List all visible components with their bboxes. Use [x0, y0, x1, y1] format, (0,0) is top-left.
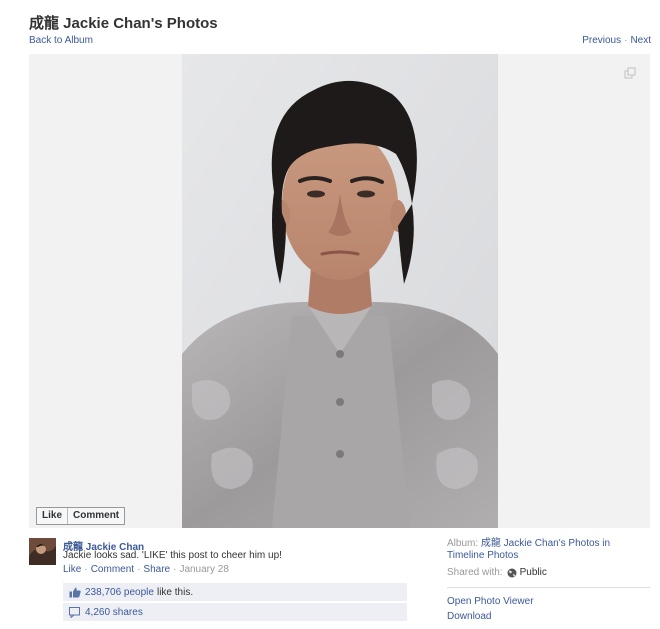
expand-icon[interactable]: [624, 67, 636, 79]
divider: [447, 587, 650, 588]
feedback-box: 238,706 people like this. 4,260 shares: [63, 583, 407, 623]
avatar[interactable]: [29, 538, 56, 565]
comment-link[interactable]: Comment: [91, 564, 134, 575]
audience-label: Public: [519, 567, 547, 578]
nav-separator: ·: [624, 35, 628, 46]
likes-suffix: like this.: [156, 586, 194, 598]
shared-with-label: Shared with:: [447, 567, 503, 578]
photo-stage: Like Comment: [29, 54, 650, 528]
album-info: Album: 成龍 Jackie Chan's Photos in Timeli…: [447, 538, 637, 562]
back-to-album-link[interactable]: Back to Album: [29, 35, 93, 46]
stage-comment-button[interactable]: Comment: [67, 508, 124, 524]
stage-like-button[interactable]: Like: [37, 508, 67, 524]
open-photo-viewer-link[interactable]: Open Photo Viewer: [447, 596, 534, 607]
next-link[interactable]: Next: [630, 35, 651, 46]
photo[interactable]: [182, 54, 498, 528]
share-link[interactable]: Share: [143, 564, 170, 575]
post-date: January 28: [179, 564, 229, 575]
like-link[interactable]: Like: [63, 564, 81, 575]
separator: ·: [173, 564, 177, 575]
likes-count-link[interactable]: 238,706 people: [85, 587, 154, 598]
album-label: Album:: [447, 538, 479, 549]
globe-icon: [507, 568, 517, 577]
page-title: 成龍 Jackie Chan's Photos: [29, 15, 218, 32]
photo-caption: Jackie looks sad. 'LIKE' this post to ch…: [63, 550, 282, 561]
likes-row: 238,706 people like this.: [63, 583, 407, 601]
thumbs-up-icon: [69, 587, 81, 597]
shares-count-link[interactable]: 4,260 shares: [85, 607, 143, 618]
shared-with: Shared with: Public: [447, 567, 547, 578]
stage-action-buttons: Like Comment: [36, 507, 126, 525]
audience-selector[interactable]: Public: [507, 567, 547, 578]
shares-row: 4,260 shares: [63, 603, 407, 621]
separator: ·: [84, 564, 88, 575]
download-link[interactable]: Download: [447, 611, 491, 622]
post-action-row: Like · Comment · Share · January 28: [63, 564, 229, 575]
share-icon: [69, 606, 80, 618]
photo-navigation: Previous · Next: [582, 35, 651, 46]
separator: ·: [137, 564, 141, 575]
previous-link[interactable]: Previous: [582, 35, 621, 46]
